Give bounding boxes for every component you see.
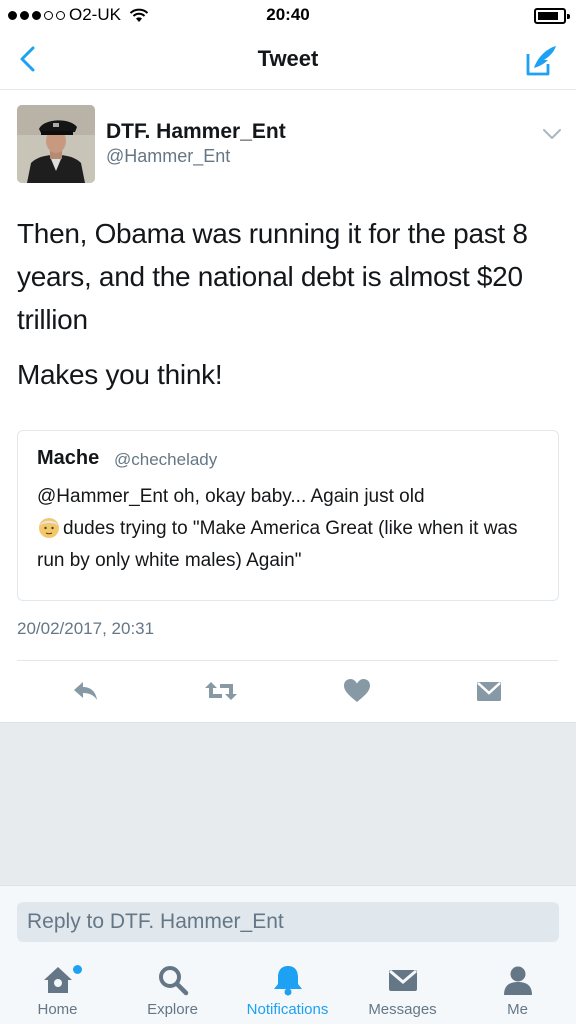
nav-bar: Tweet [0,30,576,90]
quote-text: @Hammer_Ent oh, okay baby... Again just … [37,481,542,577]
quote-author-name: Mache [37,447,100,469]
tab-label: Messages [368,1001,437,1018]
avatar[interactable] [17,105,95,183]
tab-bar: Home Explore Notifications Messages Me [0,955,576,1024]
reply-button[interactable] [71,677,101,705]
bell-icon [273,966,302,996]
tab-label: Home [37,1001,78,1018]
tab-label: Notifications [246,1001,329,1018]
tab-me[interactable]: Me [460,955,575,1024]
envelope-icon [477,682,501,701]
home-notification-dot [73,965,82,974]
tab-home[interactable]: Home [0,955,115,1024]
avatar-image [17,105,95,183]
page-title: Tweet [257,46,319,71]
reply-bar [0,885,576,955]
search-icon [158,966,188,996]
retweet-icon [205,682,237,700]
tab-label: Explore [147,1001,198,1018]
retweet-button[interactable] [204,677,238,705]
chevron-down-icon[interactable] [542,127,562,141]
home-icon [43,967,72,993]
reply-icon [74,682,97,700]
compose-tweet-button[interactable] [524,42,560,78]
author-name[interactable]: DTF. Hammer_Ent [106,120,286,144]
replies-area [0,722,576,885]
tab-notifications[interactable]: Notifications [230,955,345,1024]
tab-label: Me [507,1001,528,1018]
reply-input[interactable] [17,902,559,942]
author-handle[interactable]: @Hammer_Ent [106,146,230,167]
person-icon [503,966,532,995]
battery-icon [534,8,570,24]
like-button[interactable] [342,677,372,705]
tweet-text-secondary: Makes you think! [17,359,223,390]
envelope-icon [388,969,417,991]
quote-text-part2: dudes trying to "Make America Great (lik… [37,518,518,571]
tab-messages[interactable]: Messages [345,955,460,1024]
quote-text-part1: @Hammer_Ent oh, okay baby... Again just … [37,486,425,507]
quote-author-handle: @chechelady [114,450,218,469]
direct-message-button[interactable] [475,677,503,705]
tab-explore[interactable]: Explore [115,955,230,1024]
old-man-emoji-icon [39,518,59,538]
heart-icon [344,679,370,702]
tweet-text: Then, Obama was running it for the past … [17,218,528,335]
status-bar: O2-UK 20:40 [0,0,576,30]
status-time: 20:40 [266,5,310,24]
quoted-tweet[interactable]: Mache @chechelady @Hammer_Ent oh, okay b… [17,430,559,601]
divider [17,660,558,661]
tweet-timestamp: 20/02/2017, 20:31 [17,619,155,638]
